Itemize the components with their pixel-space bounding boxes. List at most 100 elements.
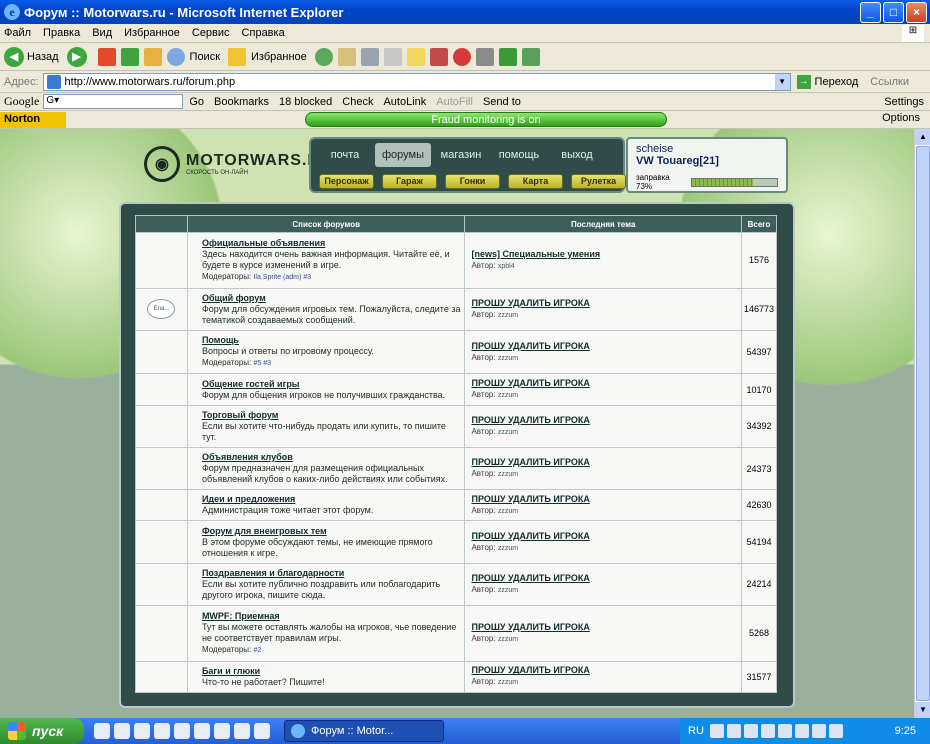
menu-edit[interactable]: Правка [43, 27, 80, 39]
tray-icon-7[interactable] [811, 724, 826, 738]
check-button[interactable]: Check [342, 96, 373, 108]
author-name[interactable]: zzzum [498, 545, 518, 552]
forward-button[interactable]: ▶ [66, 46, 90, 67]
google-go-button[interactable]: Go [189, 96, 204, 108]
menu-help[interactable]: Справка [242, 27, 285, 39]
plugin-icon[interactable] [498, 47, 517, 66]
author-name[interactable]: zzzum [498, 679, 518, 686]
moderator-names[interactable]: #2 [253, 647, 261, 654]
mail-icon[interactable] [337, 47, 356, 66]
links-button[interactable]: Ссылки [870, 76, 909, 88]
sendto-button[interactable]: Send to [483, 96, 521, 108]
menu-favorites[interactable]: Избранное [124, 27, 180, 39]
minimize-button[interactable]: _ [860, 2, 881, 23]
author-name[interactable]: xpbl4 [498, 263, 515, 270]
vertical-scrollbar[interactable]: ▲ ▼ [914, 129, 930, 718]
search-button[interactable]: Поиск [166, 47, 220, 66]
ql-app2-icon[interactable] [194, 723, 210, 739]
menu-view[interactable]: Вид [92, 27, 112, 39]
ql-opera-icon[interactable] [154, 723, 170, 739]
forum-title-link[interactable]: Баги и глюки [202, 666, 461, 677]
last-topic-link[interactable]: ПРОШУ УДАЛИТЬ ИГРОКА [471, 531, 735, 542]
back-button[interactable]: ◀ Назад [4, 46, 59, 67]
ql-app5-icon[interactable] [254, 723, 270, 739]
site-logo[interactable]: ◉ MOTORWARS.RU СКОРОСТЬ ОН-ЛАЙН [144, 146, 333, 182]
nav-logout[interactable]: выход [549, 143, 605, 167]
last-topic-link[interactable]: ПРОШУ УДАЛИТЬ ИГРОКА [471, 298, 735, 309]
taskbar-window-button[interactable]: Форум :: Motor... [284, 720, 444, 742]
last-topic-link[interactable]: ПРОШУ УДАЛИТЬ ИГРОКА [471, 573, 735, 584]
tray-icon-5[interactable] [777, 724, 792, 738]
menu-file[interactable]: Файл [4, 27, 31, 39]
last-topic-link[interactable]: ПРОШУ УДАЛИТЬ ИГРОКА [471, 378, 735, 389]
author-name[interactable]: zzzum [498, 429, 518, 436]
autofill-button[interactable]: AutoFill [436, 96, 473, 108]
refresh-icon[interactable] [120, 47, 139, 66]
notes-icon[interactable] [406, 47, 425, 66]
go-button[interactable]: → Переход [796, 74, 858, 89]
forum-title-link[interactable]: Идеи и предложения [202, 494, 461, 505]
menu-tools[interactable]: Сервис [192, 27, 230, 39]
tray-icon-2[interactable] [726, 724, 741, 738]
nav-help[interactable]: помощь [491, 143, 547, 167]
nav-shop[interactable]: магазин [433, 143, 489, 167]
ql-app4-icon[interactable] [234, 723, 250, 739]
stop-icon[interactable] [97, 47, 116, 66]
last-topic-link[interactable]: ПРОШУ УДАЛИТЬ ИГРОКА [471, 341, 735, 352]
last-topic-link[interactable]: ПРОШУ УДАЛИТЬ ИГРОКА [471, 622, 735, 633]
ql-desktop-icon[interactable] [94, 723, 110, 739]
author-name[interactable]: zzzum [498, 587, 518, 594]
forum-title-link[interactable]: Объявления клубов [202, 452, 461, 463]
subnav-map[interactable]: Карта [508, 174, 563, 189]
bookmarks-button[interactable]: Bookmarks [214, 96, 269, 108]
tray-icon-8[interactable] [828, 724, 843, 738]
popup-blocked-button[interactable]: 18 blocked [279, 96, 332, 108]
subnav-garage[interactable]: Гараж [382, 174, 437, 189]
subnav-roulette[interactable]: Рулетка [571, 174, 626, 189]
scroll-down-icon[interactable]: ▼ [915, 702, 930, 718]
google-settings-button[interactable]: Settings [884, 96, 924, 108]
last-topic-link[interactable]: ПРОШУ УДАЛИТЬ ИГРОКА [471, 457, 735, 468]
home-icon[interactable] [143, 47, 162, 66]
norton-logo[interactable]: Norton [0, 111, 67, 128]
moderator-names[interactable]: #5 #3 [253, 360, 271, 367]
autolink-button[interactable]: AutoLink [383, 96, 426, 108]
forum-title-link[interactable]: Помощь [202, 335, 461, 346]
subnav-races[interactable]: Гонки [445, 174, 500, 189]
ql-app3-icon[interactable] [214, 723, 230, 739]
last-topic-link[interactable]: [news] Специальные умения [471, 249, 735, 260]
maximize-button[interactable]: □ [883, 2, 904, 23]
author-name[interactable]: zzzum [498, 312, 518, 319]
scroll-thumb[interactable] [916, 146, 930, 701]
research-icon[interactable] [475, 47, 494, 66]
messenger-icon[interactable] [429, 47, 448, 66]
forum-title-link[interactable]: Форум для внеигровых тем [202, 526, 461, 537]
fraud-monitoring-status[interactable]: Fraud monitoring is on [305, 112, 667, 127]
user-car[interactable]: VW Touareg[21] [636, 155, 778, 167]
author-name[interactable]: zzzum [498, 636, 518, 643]
last-topic-link[interactable]: ПРОШУ УДАЛИТЬ ИГРОКА [471, 665, 735, 676]
last-topic-link[interactable]: ПРОШУ УДАЛИТЬ ИГРОКА [471, 415, 735, 426]
favorites-button[interactable]: Избранное [228, 47, 307, 66]
address-input[interactable]: http://www.motorwars.ru/forum.php ▼ [42, 72, 791, 91]
author-name[interactable]: zzzum [498, 392, 518, 399]
norton-options-button[interactable]: Options [882, 112, 920, 124]
address-dropdown-icon[interactable]: ▼ [774, 73, 790, 90]
forum-title-link[interactable]: Общий форум [202, 293, 461, 304]
history-icon[interactable] [314, 47, 333, 66]
author-name[interactable]: zzzum [498, 471, 518, 478]
tray-icon-3[interactable] [743, 724, 758, 738]
tray-icon-1[interactable] [709, 724, 724, 738]
forum-title-link[interactable]: Официальные объявления [202, 238, 461, 249]
ql-ie-icon[interactable] [114, 723, 130, 739]
ql-media-icon[interactable] [134, 723, 150, 739]
moderator-names[interactable]: Ila Sprite (adm) #3 [253, 274, 311, 281]
icq-icon[interactable] [521, 47, 540, 66]
at-icon[interactable] [452, 47, 471, 66]
language-indicator[interactable]: RU [688, 725, 704, 737]
forum-title-link[interactable]: MWPF: Приемная [202, 611, 461, 622]
forum-title-link[interactable]: Поздравления и благодарности [202, 568, 461, 579]
author-name[interactable]: zzzum [498, 508, 518, 515]
subnav-character[interactable]: Персонаж [319, 174, 374, 189]
print-icon[interactable] [360, 47, 379, 66]
